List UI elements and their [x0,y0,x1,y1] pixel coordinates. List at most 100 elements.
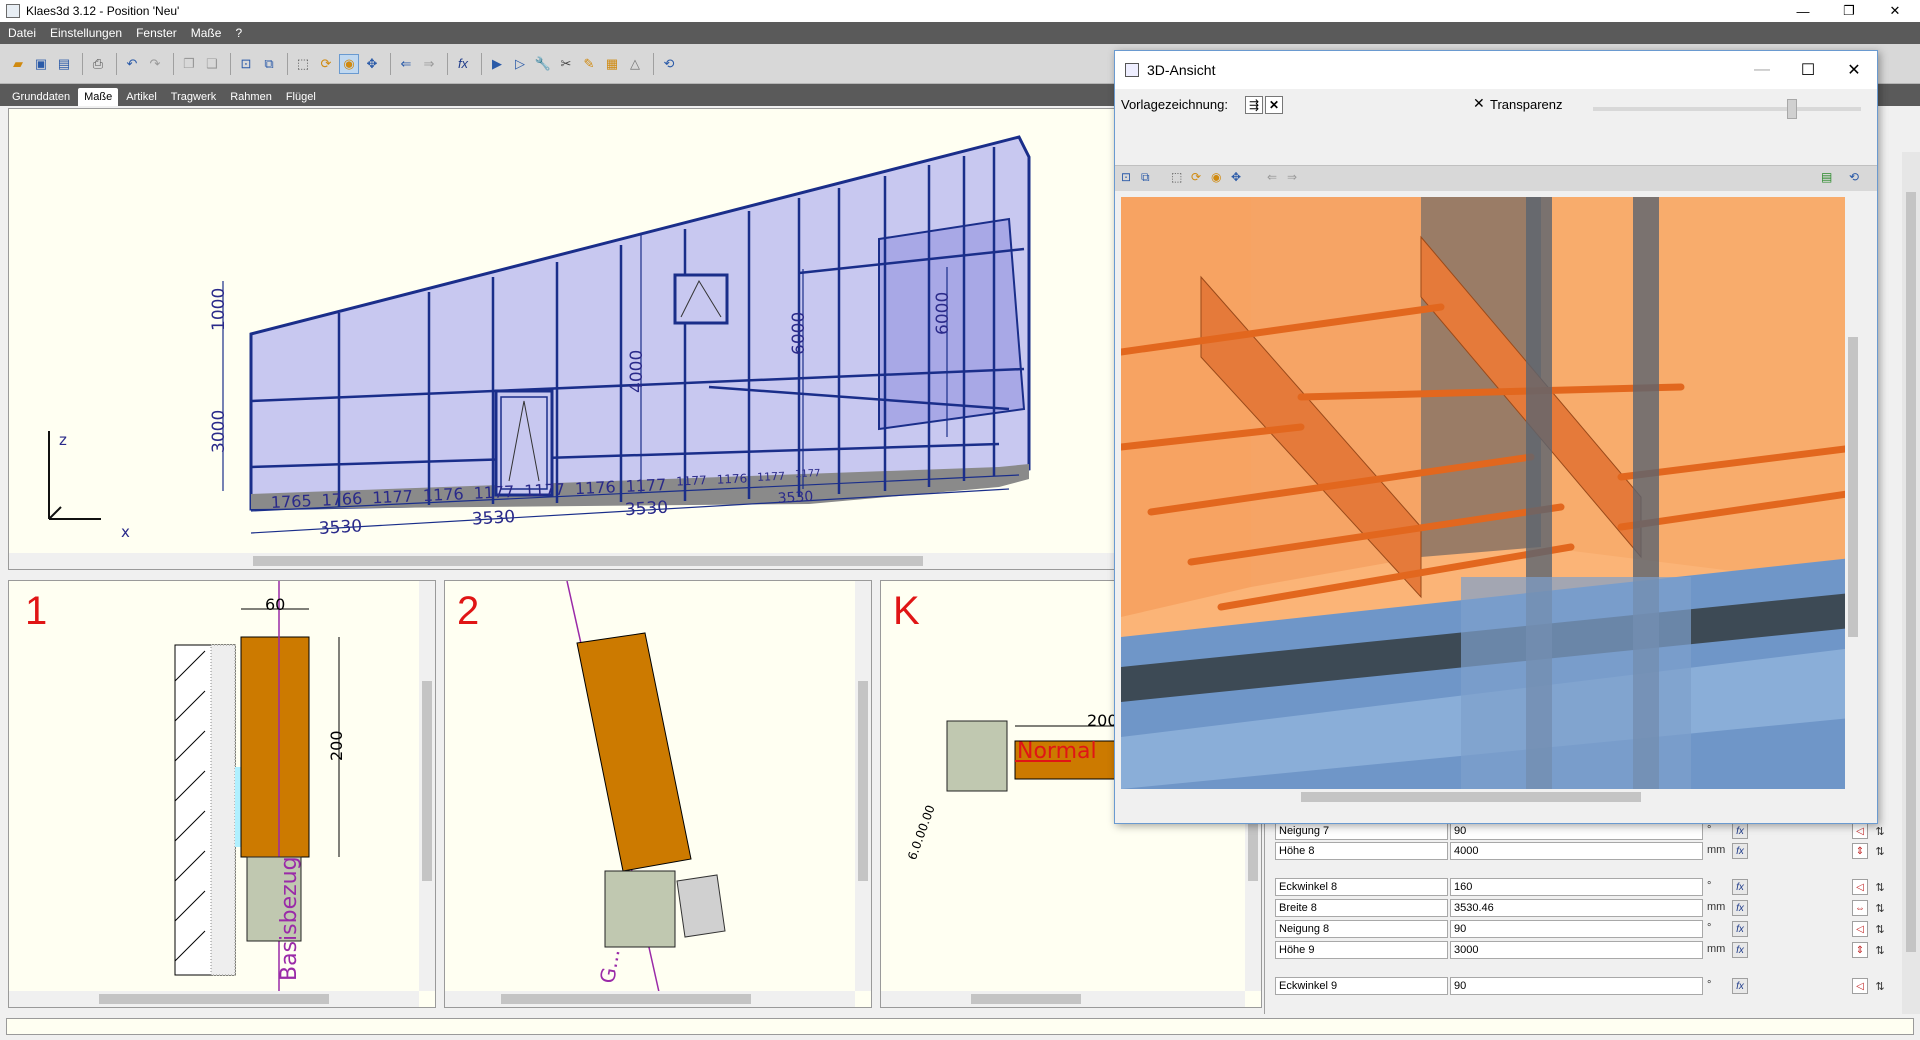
3d-vscroll[interactable] [1845,197,1861,789]
cut-icon[interactable]: ✂ [556,54,576,74]
rotate-icon[interactable]: ⟳ [316,54,336,74]
angle-icon[interactable]: ◁ [1852,823,1868,839]
minimize-button[interactable]: — [1780,0,1826,22]
edit-icon[interactable]: ✎ [579,54,599,74]
detail-k-hscroll[interactable] [881,991,1245,1007]
3d-hscroll[interactable] [1121,789,1861,805]
prop-input[interactable]: 160 [1450,878,1703,896]
transparency-slider[interactable] [1593,99,1861,119]
refresh-icon[interactable]: ⟲ [1849,170,1859,184]
menu-help[interactable]: ? [235,26,242,40]
3d-minimize-button[interactable]: — [1739,51,1785,89]
height-icon[interactable]: ⇕ [1852,843,1868,859]
3d-close-button[interactable]: ✕ [1831,51,1877,89]
main-drawing-pane[interactable]: z x 1000 3000 4000 6000 6000 1765 1766 1… [8,108,1262,570]
angle-icon[interactable]: ◁ [1852,978,1868,994]
close-button[interactable]: ✕ [1872,0,1918,22]
tab-fluegel[interactable]: Flügel [280,88,322,106]
copy-icon[interactable]: ❐ [179,54,199,74]
link-icon[interactable]: ⇅ [1873,879,1887,895]
view-icon[interactable]: ◉ [1211,170,1221,184]
link-icon[interactable]: ⇅ [1873,823,1887,839]
prop-input[interactable]: 3000 [1450,941,1703,959]
tab-artikel[interactable]: Artikel [120,88,163,106]
detail-pane-1[interactable]: 1 60 200 Basisbezug [8,580,436,1008]
link-icon[interactable]: ⇅ [1873,921,1887,937]
formula-button[interactable]: fx [1732,942,1748,958]
link-icon[interactable]: ⇅ [1873,978,1887,994]
select-icon[interactable]: ⬚ [293,54,313,74]
save-icon[interactable]: ▣ [31,54,51,74]
prop-input[interactable]: 90 [1450,977,1703,995]
scroll-thumb[interactable] [422,681,432,881]
warning-icon[interactable]: △ [625,54,645,74]
scroll-thumb[interactable] [1301,792,1641,802]
detail-1-vscroll[interactable] [419,581,435,991]
template-select-icon[interactable]: ⇶ [1245,96,1263,114]
prop-input[interactable]: 4000 [1450,842,1703,860]
formula-button[interactable]: fx [1732,900,1748,916]
height-icon[interactable]: ⇕ [1852,942,1868,958]
transparency-check-icon[interactable]: ✕ [1473,95,1485,112]
maximize-button[interactable]: ❐ [1826,0,1872,22]
scroll-thumb[interactable] [501,994,751,1004]
detail-pane-2[interactable]: 2 G... [444,580,872,1008]
formula-button[interactable]: fx [1732,843,1748,859]
tab-masse[interactable]: Maße [78,88,119,106]
formula-button[interactable]: fx [1732,921,1748,937]
panel-vscroll[interactable] [1902,152,1920,1014]
scroll-thumb[interactable] [858,681,868,881]
angle-icon[interactable]: ◁ [1852,921,1868,937]
3d-maximize-button[interactable]: ☐ [1785,51,1831,89]
template-clear-icon[interactable]: ✕ [1265,96,1283,114]
zoom-window-icon[interactable]: ⧉ [1141,170,1150,185]
step-icon[interactable]: ▷ [510,54,530,74]
formula-icon[interactable]: fx [453,54,473,74]
link-icon[interactable]: ⇅ [1873,900,1887,916]
scroll-thumb[interactable] [971,994,1081,1004]
detail-1-hscroll[interactable] [9,991,419,1007]
link-icon[interactable]: ⇅ [1873,843,1887,859]
detail-2-vscroll[interactable] [855,581,871,991]
pan-icon[interactable]: ✥ [1231,170,1241,184]
scroll-thumb[interactable] [253,556,923,566]
menu-datei[interactable]: Datei [8,26,36,40]
menu-masse[interactable]: Maße [191,26,222,40]
tab-grunddaten[interactable]: Grunddaten [6,88,76,106]
tab-tragwerk[interactable]: Tragwerk [165,88,222,106]
select-icon[interactable]: ⬚ [1171,170,1182,184]
formula-button[interactable]: fx [1732,879,1748,895]
back-icon[interactable]: ⇐ [1267,170,1277,184]
angle-icon[interactable]: ◁ [1852,879,1868,895]
width-icon[interactable]: ⇔ [1852,900,1868,916]
scroll-thumb[interactable] [1848,337,1858,637]
zoom-fit-icon[interactable]: ⊡ [236,54,256,74]
redo-icon[interactable]: ↷ [145,54,165,74]
view-icon[interactable]: ◉ [339,53,359,74]
forward-icon[interactable]: ⇒ [419,54,439,74]
export-icon[interactable]: ▤ [1821,170,1832,184]
layer-icon[interactable]: ▦ [602,54,622,74]
tab-rahmen[interactable]: Rahmen [224,88,278,106]
zoom-window-icon[interactable]: ⧉ [259,54,279,74]
back-icon[interactable]: ⇐ [396,54,416,74]
link-icon[interactable]: ⇅ [1873,942,1887,958]
refresh-icon[interactable]: ⟲ [659,54,679,74]
scroll-thumb[interactable] [99,994,329,1004]
prop-input[interactable]: 90 [1450,822,1703,840]
rotate-icon[interactable]: ⟳ [1191,170,1201,184]
save-all-icon[interactable]: ▤ [54,54,74,74]
formula-button[interactable]: fx [1732,978,1748,994]
formula-button[interactable]: fx [1732,823,1748,839]
zoom-fit-icon[interactable]: ⊡ [1121,170,1131,184]
forward-icon[interactable]: ⇒ [1287,170,1297,184]
undo-icon[interactable]: ↶ [122,54,142,74]
play-icon[interactable]: ▶ [487,54,507,74]
prop-input[interactable]: 90 [1450,920,1703,938]
pan-icon[interactable]: ✥ [362,54,382,74]
menu-fenster[interactable]: Fenster [136,26,177,40]
open-icon[interactable]: ▰ [8,54,28,74]
tool-icon[interactable]: 🔧 [533,54,553,74]
detail-2-hscroll[interactable] [445,991,855,1007]
prop-input[interactable]: 3530.46 [1450,899,1703,917]
